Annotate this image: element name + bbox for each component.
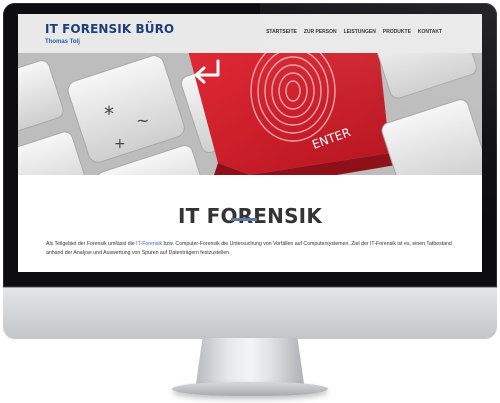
keyboard-fingerprint-illustration: * ~ + ENTER: [18, 53, 482, 175]
nav-item-startseite[interactable]: STARTSEITE: [266, 29, 297, 35]
monitor-chin: [3, 287, 497, 339]
nav-item-produkte[interactable]: PRODUKTE: [383, 29, 411, 35]
key-glyph-asterisk: *: [104, 102, 114, 126]
intro-paragraph: Als Teilgebiet der Forensik umfasst die …: [46, 240, 456, 258]
key-glyph-plus: +: [114, 136, 126, 152]
it-forensik-link[interactable]: IT-Forensik: [136, 241, 162, 247]
imac-mockup: IT FORENSIK BÜRO Thomas Tolj STARTSEITE …: [0, 0, 500, 403]
site-title[interactable]: IT FORENSIK BÜRO: [45, 22, 174, 36]
monitor-stand-neck: [196, 338, 304, 384]
monitor-stand-foot: [172, 382, 328, 396]
title-underline: [231, 218, 257, 221]
key-glyph-tilde: ~: [136, 111, 149, 130]
screen: IT FORENSIK BÜRO Thomas Tolj STARTSEITE …: [18, 14, 482, 272]
intro-text-before: Als Teilgebiet der Forensik umfasst die: [46, 241, 137, 248]
main-content: IT FORENSIK Als Teilgebiet der Forensik …: [18, 175, 482, 272]
main-navigation: STARTSEITE ZUR PERSON LEISTUNGEN PRODUKT…: [266, 29, 442, 35]
nav-item-kontakt[interactable]: KONTAKT: [418, 29, 442, 35]
nav-item-zur-person[interactable]: ZUR PERSON: [304, 29, 337, 35]
enter-key: ENTER: [188, 53, 396, 175]
hero-image: * ~ + ENTER: [18, 53, 482, 175]
site-header: IT FORENSIK BÜRO Thomas Tolj STARTSEITE …: [18, 14, 482, 53]
nav-item-leistungen[interactable]: LEISTUNGEN: [344, 29, 376, 35]
site-subtitle: Thomas Tolj: [45, 39, 80, 45]
page-title: IT FORENSIK: [177, 204, 323, 229]
